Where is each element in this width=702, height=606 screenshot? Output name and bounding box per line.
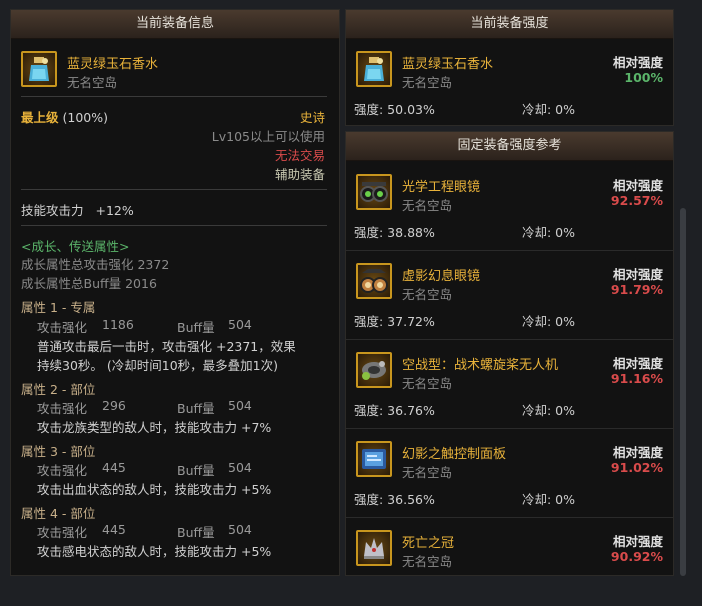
strength-value: 强度: 36.56% [354,492,435,507]
growth-title: <成长、传送属性> [21,239,130,254]
item-source: 无名空岛 [402,287,453,302]
strength-value: 强度: 37.72% [354,314,435,329]
cooldown-value: 冷却: 0% [522,102,576,117]
panel-title: 当前装备信息 [11,10,339,39]
cooldown-value: 冷却: 0% [522,225,576,240]
relative-strength-label: 相对强度 [612,356,663,371]
reference-item-card[interactable]: 光学工程眼镜 无名空岛 相对强度 92.57% 强度: 38.88% 冷却: 0… [346,162,673,251]
attribute-1-attack-value: 1186 [102,317,134,332]
fixed-equipment-reference-panel: 固定装备强度参考 光学工程眼镜 无名空岛 相对强度 92.57% 强度: 38.… [345,131,674,576]
attribute-4-buff-label: Buff量 [177,525,215,540]
cooldown-value: 冷却: 0% [522,492,576,507]
attribute-3-buff-value: 504 [228,460,252,475]
relative-strength-label: 相对强度 [612,534,663,549]
growth-buff-total: 成长属性总Buff量 2016 [21,276,157,291]
perfume-icon [21,51,57,87]
drone-icon [356,352,392,388]
relative-strength-value: 100% [624,70,663,85]
strength-value: 强度: 38.88% [354,225,435,240]
relative-strength-label: 相对强度 [612,267,663,282]
current-equipment-strength-panel: 当前装备强度 蓝灵绿玉石香水 无名空岛 相对强度 100% 强度: 50.03%… [345,9,674,126]
relative-strength-value: 91.79% [610,282,663,297]
attribute-3-attack-label: 攻击强化 [37,463,88,478]
skill-attack-label: 技能攻击力 [21,203,84,218]
attribute-1-desc-line-1: 普通攻击最后一击时，攻击强化 +2371，效果 [37,339,296,354]
item-name: 蓝灵绿玉石香水 [67,57,159,72]
attribute-1-buff-label: Buff量 [177,320,215,335]
grade-line: 最上级 (100%) [21,107,108,126]
relative-strength-value: 91.16% [610,371,663,386]
growth-attack-total: 成长属性总攻击强化 2372 [21,257,170,272]
attribute-2-attack-label: 攻击强化 [37,401,88,416]
item-source: 无名空岛 [402,75,453,90]
item-source: 无名空岛 [402,554,453,569]
attribute-3-buff-label: Buff量 [177,463,215,478]
attribute-1-title: 属性 1 - 专属 [21,300,96,315]
reference-item-card[interactable]: 虚影幻息眼镜 无名空岛 相对强度 91.79% 强度: 37.72% 冷却: 0… [346,251,673,340]
attribute-1-attack-label: 攻击强化 [37,320,88,335]
attribute-4-buff-value: 504 [228,522,252,537]
equipment-type: 辅助装备 [274,167,325,182]
reference-item-card[interactable]: 幻影之触控制面板 无名空岛 相对强度 91.02% 强度: 36.56% 冷却:… [346,429,673,518]
divider [21,225,327,226]
relative-strength-label: 相对强度 [612,178,663,193]
relative-strength-value: 90.92% [610,549,663,564]
panel-title: 固定装备强度参考 [346,132,673,161]
attribute-2-title: 属性 2 - 部位 [21,382,96,397]
grade-label: 最上级 [21,110,59,125]
reference-item-card[interactable]: 死亡之冠 无名空岛 相对强度 90.92% [346,518,673,606]
attribute-1-desc-line-2: 持续30秒。 (冷却时间10秒，最多叠加1次) [37,358,278,373]
glasses-icon [356,263,392,299]
item-name: 幻影之触控制面板 [402,447,507,462]
attribute-3-desc: 攻击出血状态的敌人时，技能攻击力 +5% [37,482,272,497]
item-source: 无名空岛 [402,465,453,480]
attribute-2-buff-value: 504 [228,398,252,413]
relative-strength-value: 92.57% [610,193,663,208]
attribute-2-buff-label: Buff量 [177,401,215,416]
level-requirement: Lv105以上可以使用 [211,129,325,144]
strength-value: 强度: 36.76% [354,403,435,418]
crown-icon [356,530,392,566]
scrollbar[interactable] [680,208,686,576]
relative-strength-label: 相对强度 [612,445,663,460]
item-source: 无名空岛 [402,198,453,213]
attribute-2-desc: 攻击龙族类型的敌人时，技能攻击力 +7% [37,420,272,435]
reference-item-card[interactable]: 空战型：战术螺旋桨无人机 无名空岛 相对强度 91.16% 强度: 36.76%… [346,340,673,429]
cooldown-value: 冷却: 0% [522,403,576,418]
attribute-2-attack-value: 296 [102,398,126,413]
attribute-4-attack-value: 445 [102,522,126,537]
goggles-icon [356,174,392,210]
relative-strength-label: 相对强度 [612,55,663,70]
divider [21,96,327,97]
divider [21,189,327,190]
item-name: 光学工程眼镜 [402,180,481,195]
item-name: 空战型：战术螺旋桨无人机 [402,358,559,373]
trade-status: 无法交易 [274,148,325,163]
skill-attack-value: +12% [95,203,134,218]
item-name: 虚影幻息眼镜 [402,269,481,284]
attribute-4-attack-label: 攻击强化 [37,525,88,540]
perfume-icon [356,51,392,87]
item-name: 蓝灵绿玉石香水 [402,57,494,72]
attribute-3-title: 属性 3 - 部位 [21,444,96,459]
attribute-1-buff-value: 504 [228,317,252,332]
item-name: 死亡之冠 [402,536,455,551]
item-source: 无名空岛 [402,376,453,391]
relative-strength-value: 91.02% [610,460,663,475]
strength-value: 强度: 50.03% [354,102,435,117]
current-equipment-info-panel: 当前装备信息 蓝灵绿玉石香水 无名空岛 最上级 (100%) 史诗 Lv105以… [10,9,340,576]
panel-title: 当前装备强度 [346,10,673,39]
attribute-4-title: 属性 4 - 部位 [21,506,96,521]
skill-attack-line: 技能攻击力 +12% [21,200,134,219]
item-source: 无名空岛 [67,75,118,90]
rarity-label: 史诗 [299,110,325,125]
grade-percent: (100%) [62,110,109,125]
attribute-3-attack-value: 445 [102,460,126,475]
cooldown-value: 冷却: 0% [522,314,576,329]
panel-icon [356,441,392,477]
attribute-4-desc: 攻击感电状态的敌人时，技能攻击力 +5% [37,544,272,559]
